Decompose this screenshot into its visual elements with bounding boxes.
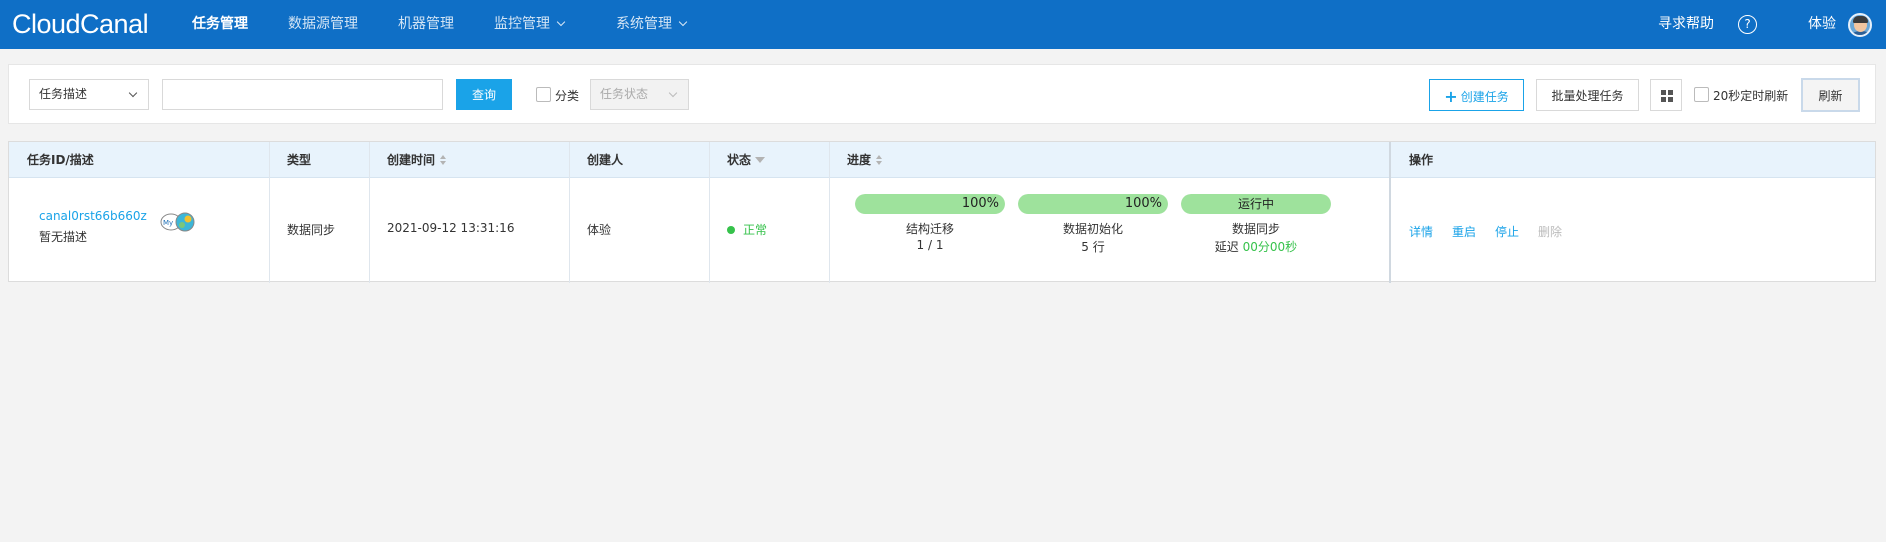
task-table: 任务ID/描述 类型 创建时间 创建人 状态 进度 操作 canal0rst66… (8, 141, 1876, 283)
column-divider (269, 142, 270, 283)
delay-value: 00分00秒 (1242, 240, 1298, 254)
logo-text: CloudCanal (12, 8, 149, 39)
task-creator: 体验 (587, 223, 612, 237)
refresh-button[interactable]: 刷新 (1801, 78, 1860, 112)
grid-icon (1661, 90, 1666, 95)
task-desc: 暂无描述 (39, 230, 88, 244)
stage-label: 数据同步 (1231, 222, 1280, 236)
user-name[interactable]: 体验 (1808, 0, 1836, 49)
search-field-select[interactable]: 任务描述 (29, 79, 149, 110)
search-field-select-value: 任务描述 (39, 87, 88, 101)
query-button[interactable]: 查询 (456, 79, 512, 110)
avatar-hair-shape (1853, 16, 1868, 23)
create-task-label: 创建任务 (1460, 89, 1509, 104)
nav-item-datasource-management[interactable]: 数据源管理 (288, 0, 358, 49)
cloudcanal-logo[interactable]: CloudCanal (12, 8, 149, 40)
stage-delay: 延迟 00分00秒 (1181, 238, 1331, 255)
create-task-button[interactable]: + 创建任务 (1429, 79, 1524, 111)
grid-icon (1668, 90, 1673, 95)
category-label: 分类 (555, 89, 580, 103)
progress-bar-structure-migration: 100% (855, 194, 1005, 214)
stop-link[interactable]: 停止 (1495, 223, 1519, 240)
search-input[interactable] (162, 79, 443, 110)
nav-item-machine-management[interactable]: 机器管理 (398, 0, 454, 49)
avatar[interactable] (1848, 13, 1872, 37)
status-dot-icon (727, 225, 735, 234)
delete-link: 删除 (1538, 225, 1563, 239)
task-created-at: 2021-09-12 13:31:16 (387, 221, 515, 235)
chevron-down-icon (678, 17, 688, 27)
th-progress[interactable]: 进度 (847, 142, 883, 178)
help-icon[interactable]: ? (1738, 15, 1757, 34)
grid-view-button[interactable] (1650, 79, 1682, 111)
column-divider (829, 142, 830, 283)
chevron-down-icon (556, 17, 566, 27)
stage-detail: 5 行 (1081, 240, 1105, 254)
stage-label: 结构迁移 (905, 222, 954, 236)
th-creator: 创建人 (587, 153, 624, 167)
sort-icon[interactable] (440, 154, 447, 165)
delay-label: 延迟 (1214, 240, 1239, 254)
th-task-id[interactable]: 任务ID/描述 (27, 142, 94, 178)
grid-icon (1668, 97, 1673, 102)
auto-refresh-label: 20秒定时刷新 (1713, 89, 1789, 103)
status-select-placeholder: 任务状态 (600, 87, 649, 101)
progress-bar-data-sync: 运行中 (1181, 194, 1331, 214)
progress-percent: 100% (961, 196, 999, 211)
nav-item-label: 系统管理 (616, 16, 672, 32)
th-created-time-label: 创建时间 (387, 153, 436, 167)
th-type: 类型 (287, 153, 312, 167)
task-status-label: 正常 (743, 223, 768, 237)
th-progress-label: 进度 (847, 153, 872, 167)
svg-text:My: My (163, 219, 173, 227)
column-divider (709, 142, 710, 283)
sort-icon[interactable] (876, 154, 883, 165)
nav-item-task-management[interactable]: 任务管理 (192, 0, 248, 49)
nav-item-monitor-management[interactable]: 监控管理 (494, 0, 566, 49)
task-id-link[interactable]: canal0rst66b660z (39, 209, 147, 223)
stage-label: 数据初始化 (1062, 222, 1123, 236)
th-created-time[interactable]: 创建时间 (387, 142, 447, 178)
column-divider (369, 142, 370, 283)
filter-bar: 任务描述 查询 分类 任务状态 + 创建任务 批量处理任务 20秒定时刷新 刷新 (8, 64, 1876, 124)
progress-bar-data-init: 100% (1018, 194, 1168, 214)
batch-process-button[interactable]: 批量处理任务 (1536, 79, 1639, 111)
column-divider (569, 142, 570, 283)
help-link[interactable]: 寻求帮助 (1658, 0, 1714, 49)
status-select[interactable]: 任务状态 (590, 79, 689, 110)
category-checkbox[interactable] (536, 87, 551, 102)
details-link[interactable]: 详情 (1409, 223, 1433, 240)
nav-item-system-management[interactable]: 系统管理 (616, 0, 688, 49)
th-operations: 操作 (1409, 153, 1434, 167)
filter-icon[interactable] (755, 156, 766, 163)
column-divider (1389, 142, 1391, 283)
task-status: 正常 (727, 221, 767, 238)
chevron-down-icon (668, 88, 678, 98)
stage-detail: 1 / 1 (916, 238, 944, 252)
progress-running-label: 运行中 (1237, 197, 1274, 211)
grid-icon (1661, 97, 1666, 102)
top-nav: CloudCanal 任务管理 数据源管理 机器管理 监控管理 系统管理 寻求帮… (0, 0, 1886, 49)
restart-link[interactable]: 重启 (1452, 223, 1476, 240)
chevron-down-icon (128, 88, 138, 98)
auto-refresh-checkbox[interactable] (1694, 87, 1709, 102)
th-status-label: 状态 (727, 153, 752, 167)
task-type: 数据同步 (287, 223, 336, 237)
plus-icon: + (1444, 86, 1458, 106)
th-status[interactable]: 状态 (727, 142, 766, 178)
mysql-to-kafka-datasource-icon: My (160, 212, 195, 232)
nav-item-label: 监控管理 (494, 16, 550, 32)
progress-percent: 100% (1124, 196, 1162, 211)
